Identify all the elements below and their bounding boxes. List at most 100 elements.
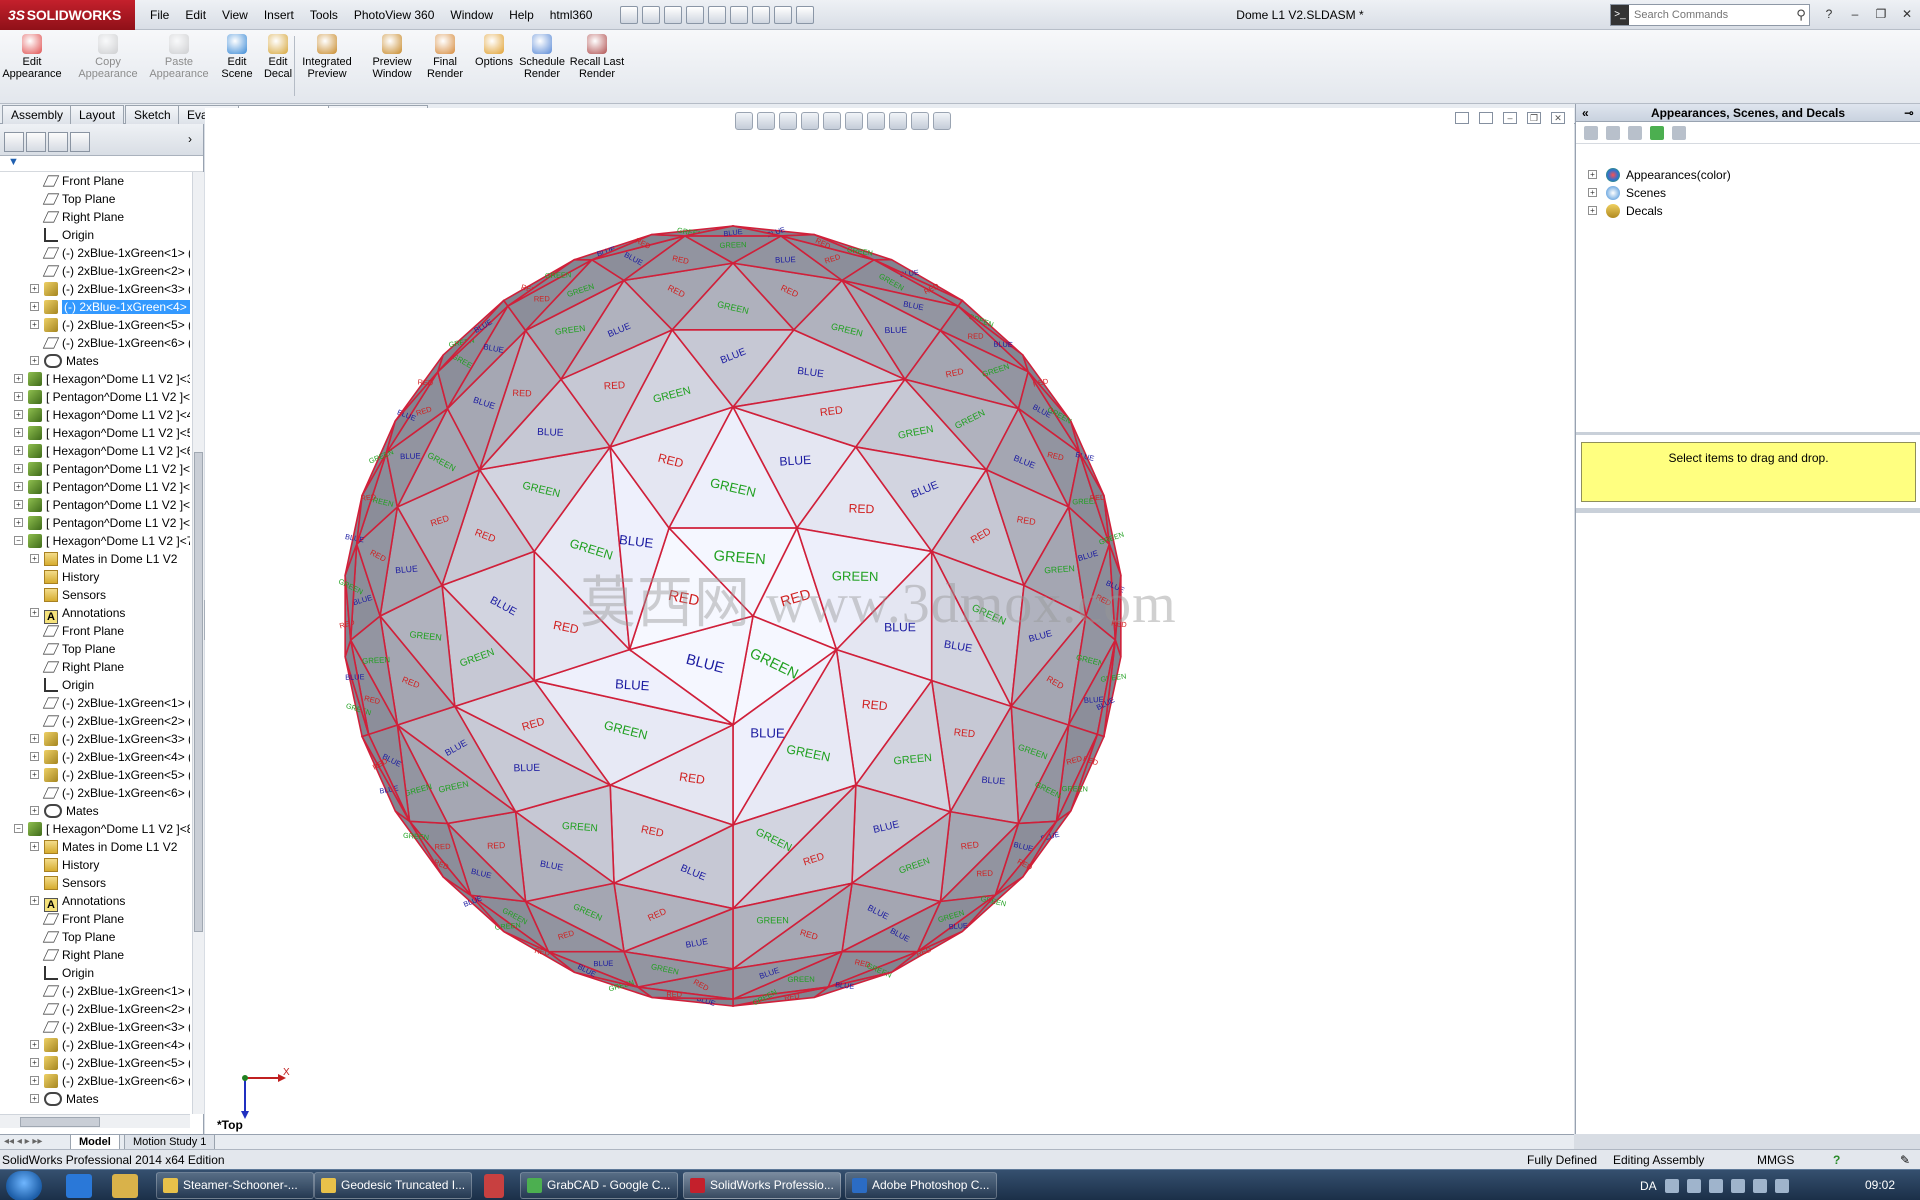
tree-node[interactable]: + [ Hexagon^Dome L1 V2 ]<5 <box>14 424 190 442</box>
status-units[interactable]: MMGS <box>1757 1150 1794 1170</box>
drag-drop-zone[interactable]: Select items to drag and drop. <box>1581 442 1916 502</box>
geodesic-dome-model[interactable]: RED GREEN BLUE RED GREEN BLUE RED GREEN BLUE RED G… <box>205 108 1574 1134</box>
menu-item-photoview-360[interactable]: PhotoView 360 <box>346 0 443 30</box>
tree-node[interactable]: Sensors <box>44 874 106 892</box>
solidworks-logo[interactable]: 3S SOLIDWORKS <box>0 0 135 30</box>
expand-toggle-icon[interactable]: + <box>14 446 23 455</box>
taskbar-button[interactable]: Geodesic Truncated I... <box>314 1172 472 1199</box>
tree-node[interactable]: + (-) 2xBlue-1xGreen<3> (I <box>30 280 190 298</box>
library-node-decals[interactable]: + Decals <box>1588 202 1663 220</box>
collapse-panel-icon[interactable]: « <box>1582 104 1589 122</box>
property-manager-tab-icon[interactable] <box>26 132 46 152</box>
tree-node[interactable]: + [ Pentagon^Dome L1 V2 ]<6 <box>14 514 190 532</box>
flag-icon[interactable] <box>1708 1178 1723 1193</box>
tree-node[interactable]: Right Plane <box>42 658 124 676</box>
tree-node[interactable]: Front Plane <box>42 622 124 640</box>
tree-node[interactable]: + [ Hexagon^Dome L1 V2 ]<6 <box>14 442 190 460</box>
tree-node[interactable]: + Mates <box>30 1090 99 1108</box>
tree-node[interactable]: − [ Hexagon^Dome L1 V2 ]<8 <box>14 820 190 838</box>
tree-node[interactable]: + (-) 2xBlue-1xGreen<5> (I <box>30 316 190 334</box>
taskbar-button[interactable]: GrabCAD - Google C... <box>520 1172 678 1199</box>
display-manager-tab-icon[interactable] <box>70 132 90 152</box>
expand-toggle-icon[interactable]: + <box>14 428 23 437</box>
tab-layout[interactable]: Layout <box>70 105 125 124</box>
zoom-to-area-icon[interactable] <box>757 112 775 130</box>
paste-appearance-button[interactable]: Paste Appearance <box>144 34 214 102</box>
tree-node[interactable]: + (-) 2xBlue-1xGreen<5> (I <box>30 766 190 784</box>
expand-toggle-icon[interactable]: + <box>30 554 39 563</box>
expand-toggle-icon[interactable]: + <box>30 770 39 779</box>
feature-tree-hscroll[interactable] <box>0 1114 190 1128</box>
back-icon[interactable] <box>1584 126 1598 140</box>
schedule-render-button[interactable]: Schedule Render <box>512 34 572 102</box>
tree-node[interactable]: (-) 2xBlue-1xGreen<1> (I <box>42 982 190 1000</box>
expand-toggle-icon[interactable]: + <box>14 518 23 527</box>
taskbar-button[interactable]: Adobe Photoshop C... <box>845 1172 997 1199</box>
tree-node[interactable]: + (-) 2xBlue-1xGreen<4> (I <box>30 748 190 766</box>
expand-toggle-icon[interactable]: − <box>14 536 23 545</box>
save-icon[interactable] <box>664 6 682 24</box>
tree-node[interactable]: Right Plane <box>42 946 124 964</box>
panel-divider[interactable] <box>1576 508 1920 513</box>
tree-node[interactable]: + (-) 2xBlue-1xGreen<3> (I <box>30 730 190 748</box>
expand-toggle-icon[interactable]: + <box>30 302 39 311</box>
library-node-appearances-color[interactable]: + Appearances(color) <box>1588 166 1731 184</box>
edit-appearance-icon[interactable] <box>889 112 907 130</box>
volume-icon[interactable] <box>1774 1178 1789 1193</box>
expand-toggle-icon[interactable]: + <box>30 896 39 905</box>
menu-item-html360[interactable]: html360 <box>542 0 601 30</box>
menu-item-file[interactable]: File <box>142 0 177 30</box>
section-view-icon[interactable] <box>801 112 819 130</box>
expand-panel-icon[interactable]: › <box>188 132 192 146</box>
expand-toggle-icon[interactable]: + <box>1588 170 1597 179</box>
filter-icon[interactable]: ▼ <box>8 156 19 168</box>
expand-toggle-icon[interactable]: + <box>30 284 39 293</box>
hide-show-items-icon[interactable] <box>867 112 885 130</box>
tree-node[interactable]: (-) 2xBlue-1xGreen<1> (I <box>42 244 190 262</box>
view-orientation-icon[interactable] <box>823 112 841 130</box>
select-icon[interactable] <box>730 6 748 24</box>
taskbar-button[interactable]: Steamer-Schooner-... <box>156 1172 314 1199</box>
tile-horizontal-icon[interactable] <box>1455 112 1469 124</box>
feature-tree-vscroll[interactable] <box>192 172 204 1114</box>
expand-toggle-icon[interactable]: + <box>30 752 39 761</box>
display-style-icon[interactable] <box>845 112 863 130</box>
edit-scene-button[interactable]: Edit Scene <box>217 34 257 102</box>
expand-toggle-icon[interactable]: + <box>30 1076 39 1085</box>
expand-toggle-icon[interactable]: + <box>30 806 39 815</box>
bottom-tab-model[interactable]: Model <box>70 1135 120 1150</box>
undo-icon[interactable] <box>708 6 726 24</box>
taskbar-clock[interactable]: 09:02 <box>1850 1170 1910 1200</box>
display-icon[interactable] <box>1752 1178 1767 1193</box>
internet-explorer-icon[interactable] <box>66 1174 92 1198</box>
tree-node[interactable]: Sensors <box>44 586 106 604</box>
minimize-document-button[interactable]: – <box>1503 112 1517 124</box>
tree-node[interactable]: Top Plane <box>42 640 115 658</box>
tab-scroll-arrows[interactable]: ◂◂ ◂ ▸ ▸▸ <box>4 1136 42 1147</box>
tree-node[interactable]: + [ Hexagon^Dome L1 V2 ]<3 <box>14 370 190 388</box>
tree-node[interactable]: Front Plane <box>42 910 124 928</box>
tree-node[interactable]: + [ Pentagon^Dome L1 V2 ]<3 <box>14 460 190 478</box>
sync-icon[interactable] <box>1730 1178 1745 1193</box>
feature-tree-tab-icon[interactable] <box>4 132 24 152</box>
previous-view-icon[interactable] <box>779 112 797 130</box>
mail-icon[interactable] <box>484 1174 504 1198</box>
menu-item-window[interactable]: Window <box>442 0 501 30</box>
pin-icon[interactable]: ⊸ <box>1904 104 1914 122</box>
start-button[interactable] <box>6 1171 42 1200</box>
zoom-to-fit-icon[interactable] <box>735 112 753 130</box>
tree-node[interactable]: Top Plane <box>42 190 115 208</box>
minimize-button[interactable]: – <box>1844 4 1866 24</box>
tab-assembly[interactable]: Assembly <box>2 105 73 124</box>
panel-divider[interactable] <box>1576 432 1920 435</box>
menu-item-help[interactable]: Help <box>501 0 542 30</box>
tree-node[interactable]: + (-) 2xBlue-1xGreen<5> (I <box>30 1054 190 1072</box>
expand-toggle-icon[interactable]: + <box>1588 188 1597 197</box>
expand-toggle-icon[interactable]: + <box>14 482 23 491</box>
tree-node[interactable]: History <box>44 568 99 586</box>
menu-item-insert[interactable]: Insert <box>256 0 302 30</box>
tree-node[interactable]: − [ Hexagon^Dome L1 V2 ]<7 <box>14 532 190 550</box>
tree-node[interactable]: + (-) 2xBlue-1xGreen<4> (I <box>30 298 190 316</box>
search-commands-box[interactable]: >_ ⚲ <box>1610 4 1810 26</box>
library-node-scenes[interactable]: + Scenes <box>1588 184 1666 202</box>
